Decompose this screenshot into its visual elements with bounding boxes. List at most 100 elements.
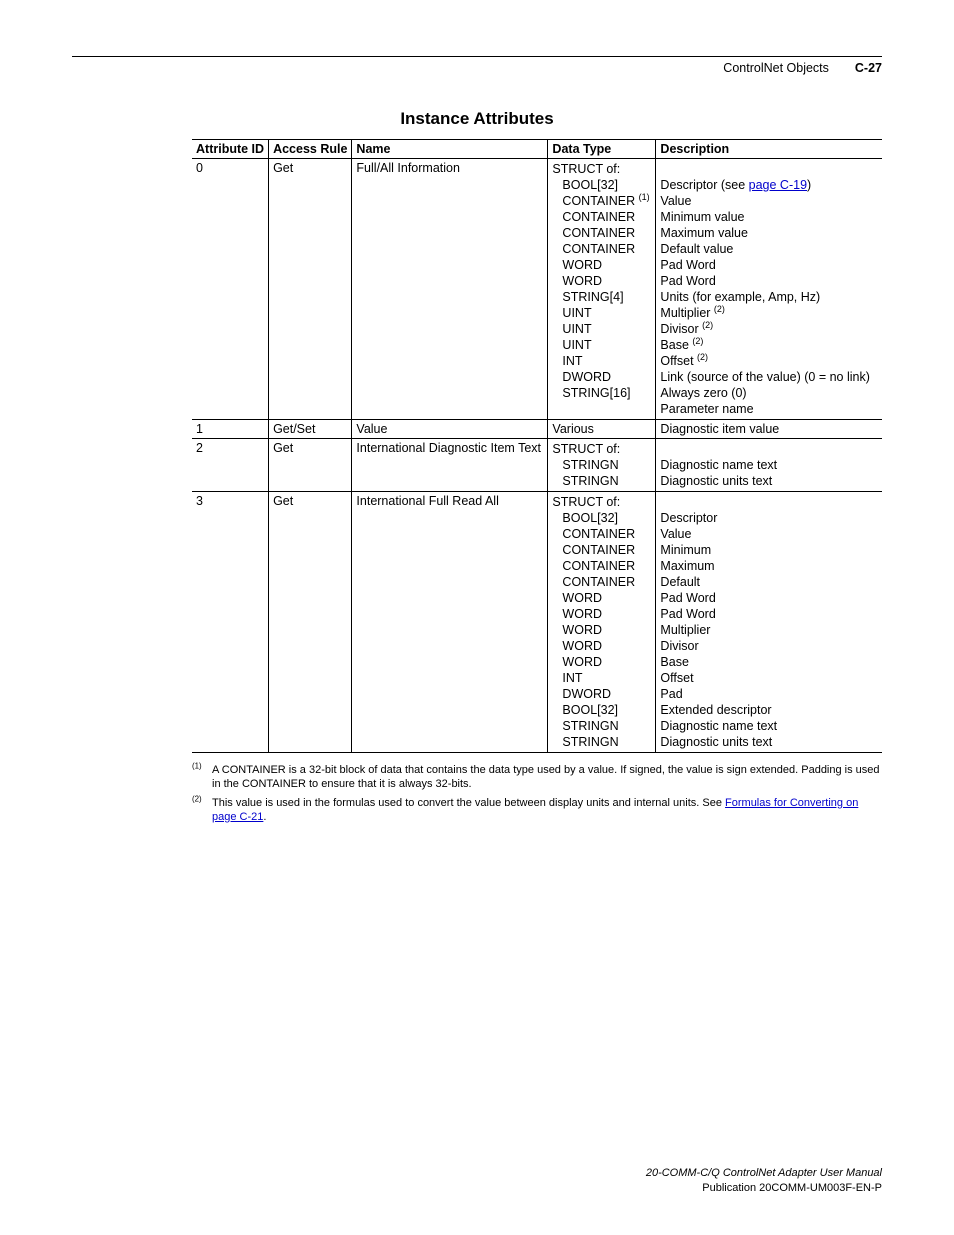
footnote: (2) This value is used in the formulas u… bbox=[192, 796, 882, 825]
desc-line: Minimum bbox=[660, 543, 711, 557]
dtype-line: WORD bbox=[552, 257, 602, 273]
cell-dtype: Various bbox=[548, 420, 656, 439]
desc-text: Offset bbox=[660, 354, 697, 368]
dtype-head: STRUCT of: bbox=[552, 442, 620, 456]
desc-line: Pad Word bbox=[660, 258, 715, 272]
cell-desc: Descriptor (see page C-19) Value Minimum… bbox=[656, 159, 882, 420]
dtype-line: STRING[16] bbox=[552, 385, 630, 401]
desc-line: Units (for example, Amp, Hz) bbox=[660, 290, 820, 304]
cell-desc: Descriptor Value Minimum Maximum Default… bbox=[656, 492, 882, 753]
dtype-head: STRUCT of: bbox=[552, 495, 620, 509]
dtype-line: INT bbox=[552, 353, 582, 369]
desc-line: Diagnostic name text bbox=[660, 458, 777, 472]
dtype-line: STRINGN bbox=[552, 734, 618, 750]
footnote-ref: (2) bbox=[714, 304, 725, 314]
dtype-line: CONTAINER bbox=[552, 526, 635, 542]
desc-line: Always zero (0) bbox=[660, 386, 746, 400]
table-row: 0 Get Full/All Information STRUCT of: BO… bbox=[192, 159, 882, 420]
page-link[interactable]: page C-19 bbox=[749, 178, 807, 192]
dtype-line: DWORD bbox=[552, 369, 611, 385]
dtype-line: CONTAINER bbox=[552, 225, 635, 241]
section-title: Instance Attributes bbox=[72, 109, 882, 129]
dtype-line: STRINGN bbox=[552, 718, 618, 734]
dtype-line: BOOL[32] bbox=[552, 702, 618, 718]
desc-line: Minimum value bbox=[660, 210, 744, 224]
desc-text: ) bbox=[807, 178, 811, 192]
desc-line: Offset bbox=[660, 671, 693, 685]
desc-line: Multiplier bbox=[660, 623, 710, 637]
cell-name: International Full Read All bbox=[352, 492, 548, 753]
col-description: Description bbox=[656, 140, 882, 159]
footnote-number: (1) bbox=[192, 761, 202, 770]
cell-dtype: STRUCT of: BOOL[32] CONTAINER (1) CONTAI… bbox=[548, 159, 656, 420]
desc-line: Parameter name bbox=[660, 402, 753, 416]
desc-text: Base bbox=[660, 338, 692, 352]
footnote-text: A CONTAINER is a 32-bit block of data th… bbox=[212, 763, 882, 792]
cell-name: Value bbox=[352, 420, 548, 439]
cell-dtype: STRUCT of: BOOL[32] CONTAINER CONTAINER … bbox=[548, 492, 656, 753]
cell-desc: Diagnostic name text Diagnostic units te… bbox=[656, 439, 882, 492]
desc-line: Link (source of the value) (0 = no link) bbox=[660, 370, 869, 384]
page-header: ControlNet Objects C-27 bbox=[72, 61, 882, 75]
cell-access: Get bbox=[269, 492, 352, 753]
dtype-text: CONTAINER bbox=[562, 194, 638, 208]
desc-line: Default value bbox=[660, 242, 733, 256]
desc-line: Value bbox=[660, 194, 691, 208]
cell-dtype: STRUCT of: STRINGN STRINGN bbox=[548, 439, 656, 492]
footnote-ref: (1) bbox=[639, 192, 650, 202]
desc-line: Divisor (2) bbox=[660, 322, 713, 336]
dtype-line: WORD bbox=[552, 590, 602, 606]
dtype-line: STRINGN bbox=[552, 457, 618, 473]
footnote-text: This value is used in the formulas used … bbox=[212, 796, 882, 825]
dtype-line: WORD bbox=[552, 622, 602, 638]
table-row: 2 Get International Diagnostic Item Text… bbox=[192, 439, 882, 492]
desc-line: Pad Word bbox=[660, 607, 715, 621]
dtype-line: WORD bbox=[552, 273, 602, 289]
cell-id: 1 bbox=[192, 420, 269, 439]
desc-line: Base bbox=[660, 655, 689, 669]
desc-line: Divisor bbox=[660, 639, 698, 653]
desc-text: Descriptor (see bbox=[660, 178, 748, 192]
dtype-line: INT bbox=[552, 670, 582, 686]
desc-line: Pad Word bbox=[660, 274, 715, 288]
dtype-line: CONTAINER bbox=[552, 209, 635, 225]
footnotes: (1) A CONTAINER is a 32-bit block of dat… bbox=[192, 763, 882, 824]
desc-line: Value bbox=[660, 527, 691, 541]
cell-name: Full/All Information bbox=[352, 159, 548, 420]
desc-line: Diagnostic units text bbox=[660, 474, 772, 488]
dtype-line: STRINGN bbox=[552, 473, 618, 489]
header-rule bbox=[72, 56, 882, 57]
desc-line: Maximum value bbox=[660, 226, 748, 240]
desc-line: Multiplier (2) bbox=[660, 306, 725, 320]
dtype-line: BOOL[32] bbox=[552, 510, 618, 526]
cell-access: Get bbox=[269, 439, 352, 492]
dtype-line: UINT bbox=[552, 337, 591, 353]
desc-line: Pad Word bbox=[660, 591, 715, 605]
cell-desc: Diagnostic item value bbox=[656, 420, 882, 439]
desc-line: Diagnostic units text bbox=[660, 735, 772, 749]
footnote-text-part: . bbox=[263, 811, 266, 823]
desc-line: Diagnostic name text bbox=[660, 719, 777, 733]
cell-access: Get bbox=[269, 159, 352, 420]
cell-id: 3 bbox=[192, 492, 269, 753]
desc-line: Pad bbox=[660, 687, 682, 701]
col-data-type: Data Type bbox=[548, 140, 656, 159]
cell-id: 0 bbox=[192, 159, 269, 420]
page-footer: 20-COMM-C/Q ControlNet Adapter User Manu… bbox=[646, 1166, 882, 1195]
cell-id: 2 bbox=[192, 439, 269, 492]
table-row: 1 Get/Set Value Various Diagnostic item … bbox=[192, 420, 882, 439]
dtype-line: UINT bbox=[552, 321, 591, 337]
dtype-line: DWORD bbox=[552, 686, 611, 702]
footnote-text-part: This value is used in the formulas used … bbox=[212, 797, 725, 809]
dtype-line: WORD bbox=[552, 638, 602, 654]
cell-access: Get/Set bbox=[269, 420, 352, 439]
dtype-line: BOOL[32] bbox=[552, 177, 618, 193]
desc-line: Maximum bbox=[660, 559, 714, 573]
dtype-line: CONTAINER bbox=[552, 558, 635, 574]
footnote: (1) A CONTAINER is a 32-bit block of dat… bbox=[192, 763, 882, 792]
dtype-line: STRING[4] bbox=[552, 289, 623, 305]
desc-text: Divisor bbox=[660, 322, 702, 336]
table-header-row: Attribute ID Access Rule Name Data Type … bbox=[192, 140, 882, 159]
desc-line: Extended descriptor bbox=[660, 703, 771, 717]
instance-attributes-table: Attribute ID Access Rule Name Data Type … bbox=[192, 139, 882, 753]
